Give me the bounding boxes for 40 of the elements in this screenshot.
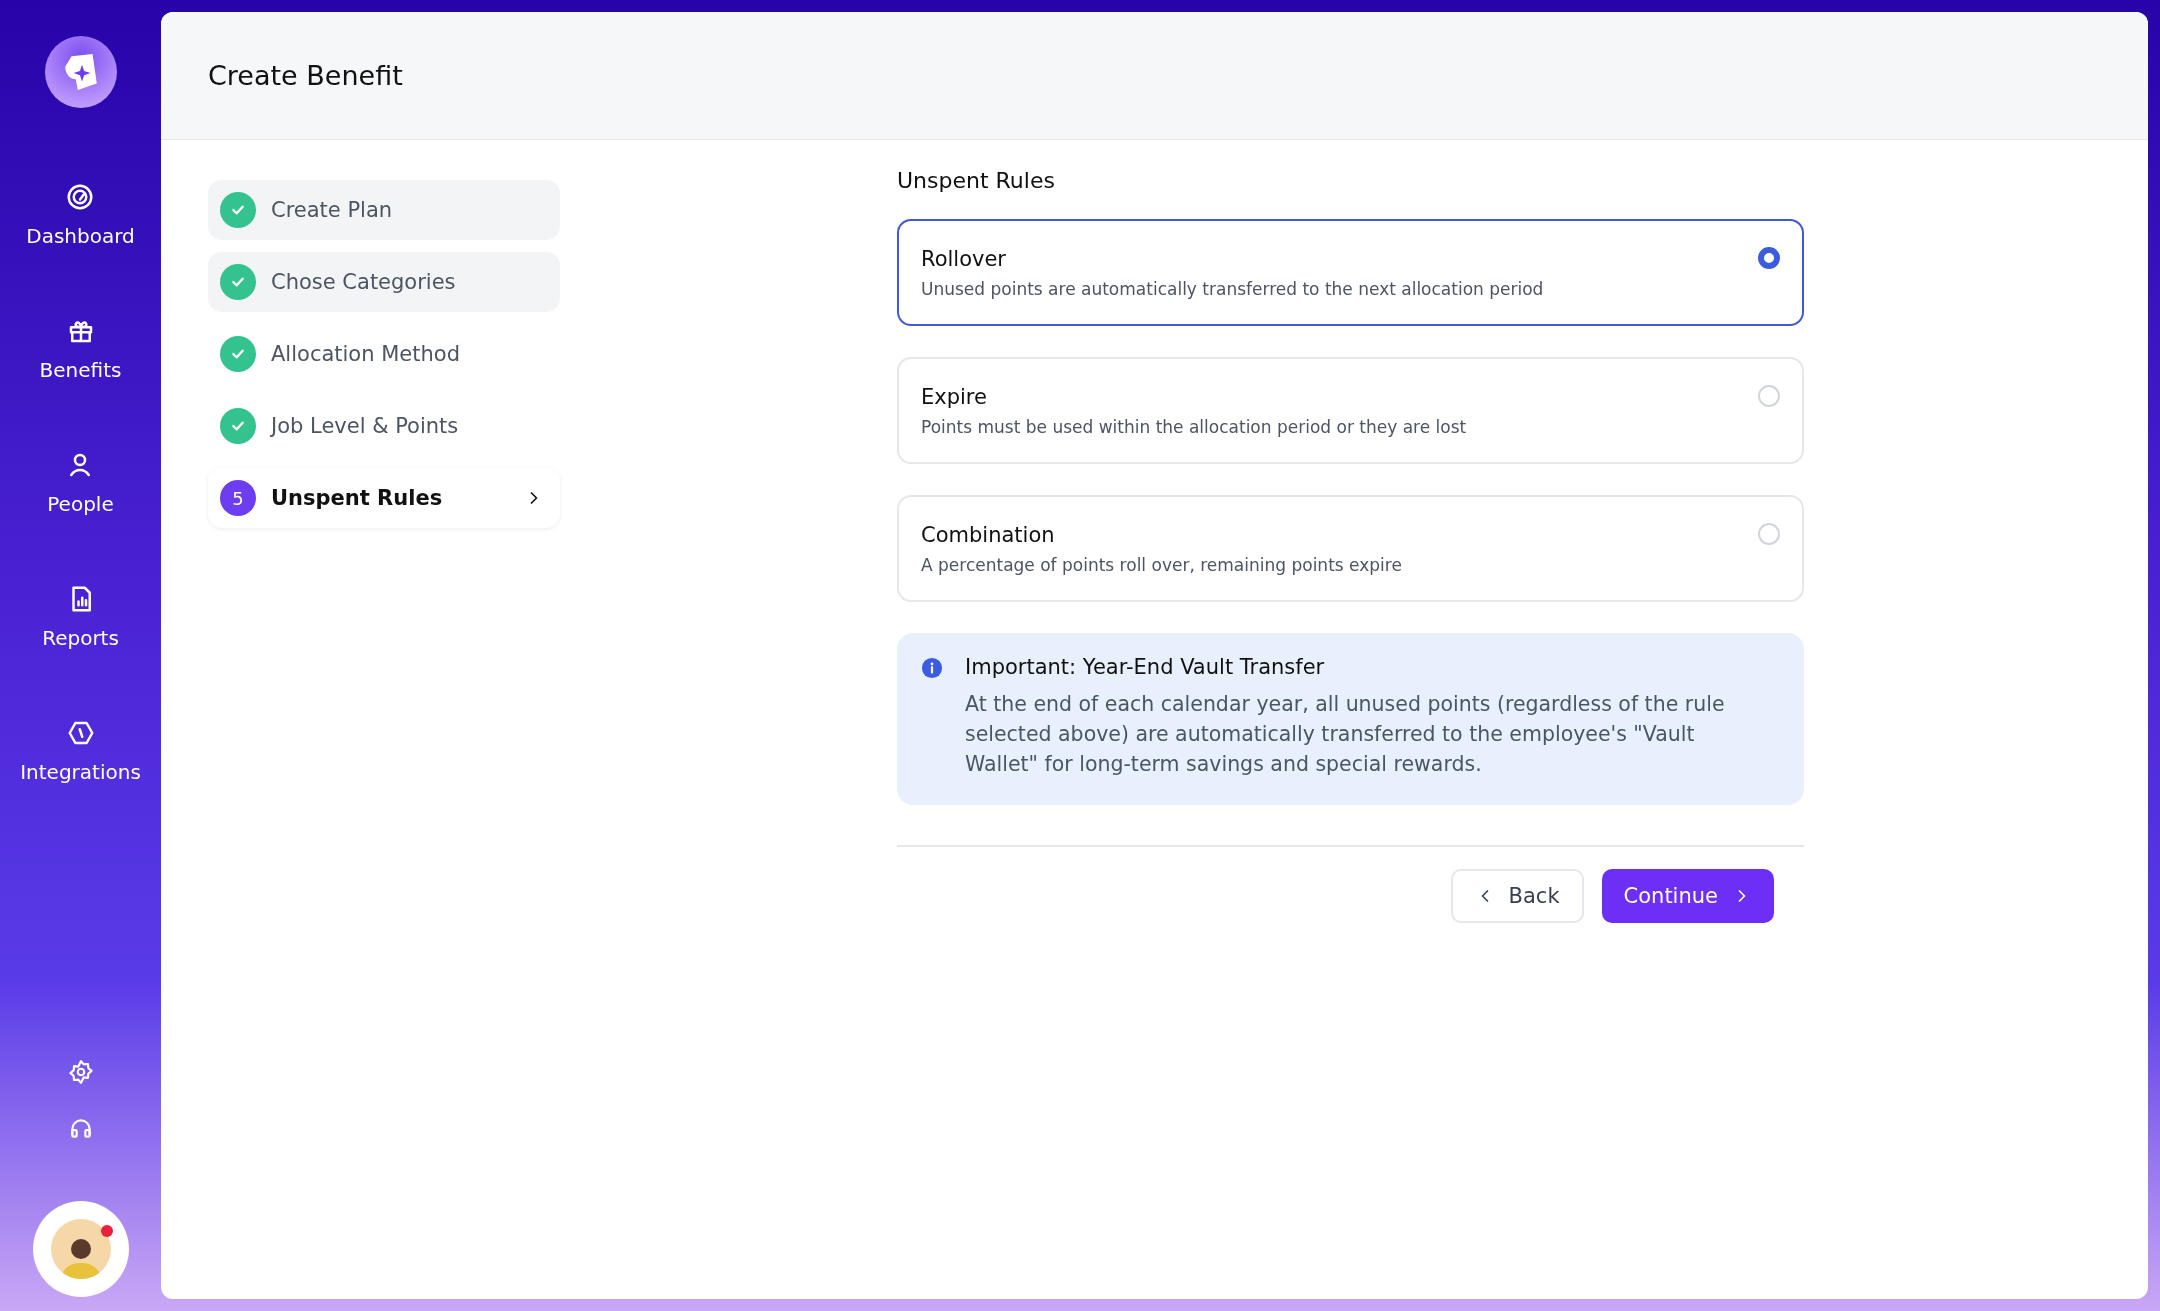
step-label: Allocation Method — [271, 342, 461, 366]
settings-icon — [67, 1059, 94, 1085]
nav-item[interactable]: Dashboard — [20, 178, 141, 252]
step-item[interactable]: Create Plan — [208, 180, 560, 240]
step-label: Job Level & Points — [271, 414, 460, 438]
info-icon — [921, 657, 943, 679]
radio-button[interactable] — [1758, 247, 1780, 269]
nav-label: Dashboard — [26, 224, 135, 248]
nav-item[interactable]: Reports — [36, 580, 125, 654]
step-number: 5 — [220, 480, 256, 516]
nav-label: Integrations — [20, 760, 141, 784]
step-label: Chose Categories — [271, 270, 457, 294]
continue-button[interactable]: Continue — [1601, 869, 1774, 923]
section-title: Unspent Rules — [897, 168, 1056, 193]
step-item[interactable]: Job Level & Points — [208, 396, 560, 456]
notice-title: Important: Year-End Vault Transfer — [965, 655, 1326, 679]
nav-item[interactable]: People — [41, 446, 120, 520]
rule-option-card[interactable]: Rollover Unused points are automatically transferred to the next allocation period — [897, 219, 1804, 326]
nav-item[interactable]: Integrations — [14, 714, 147, 788]
back-button[interactable]: Back — [1450, 869, 1584, 923]
step-label: Unspent Rules — [271, 486, 444, 510]
nav-label: Benefits — [39, 358, 122, 382]
option-description: A percentage of points roll over, remaining points expire — [921, 554, 1403, 575]
settings-button[interactable] — [67, 1059, 94, 1085]
step-item[interactable]: 5 Unspent Rules — [208, 468, 560, 528]
rule-option-card[interactable]: Expire Points must be used within the allocation period or they are lost — [897, 357, 1804, 464]
rule-option-card[interactable]: Combination A percentage of points roll over, remaining points expire — [897, 495, 1804, 602]
nav-label: Reports — [42, 626, 119, 650]
option-title: Rollover — [921, 246, 1007, 271]
step-label: Create Plan — [271, 198, 394, 222]
option-title: Combination — [921, 522, 1056, 547]
nav-label: People — [47, 492, 114, 516]
step-item[interactable]: Chose Categories — [208, 252, 560, 312]
page-title: Create Benefit — [208, 60, 403, 91]
nav-item[interactable]: Benefits — [33, 312, 128, 386]
option-title: Expire — [921, 384, 988, 409]
step-item[interactable]: Allocation Method — [208, 324, 560, 384]
option-description: Points must be used within the allocation period or they are lost — [921, 416, 1468, 437]
option-description: Unused points are automatically transferred to the next allocation period — [921, 278, 1545, 299]
notice-text: At the end of each calendar year, all unused points (regardless of the rule selected above) are automatically transferred to the employee's "Vault Wallet" for long-term savings and special rewards. — [965, 691, 1726, 778]
